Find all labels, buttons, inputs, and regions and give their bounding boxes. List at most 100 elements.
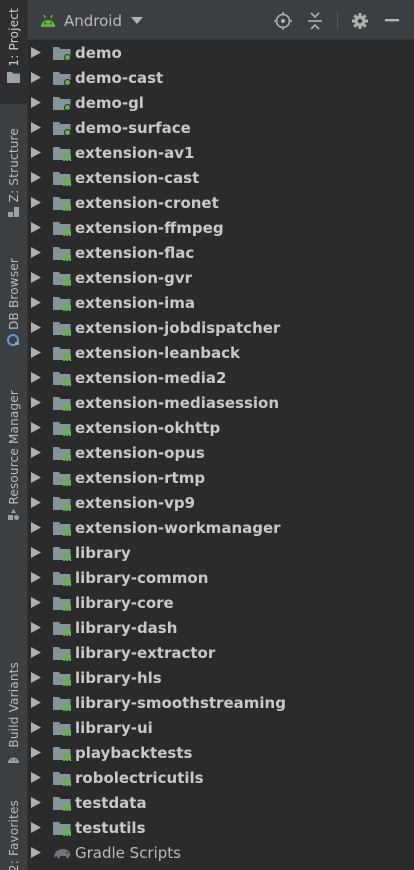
tree-item-module[interactable]: demo-gl	[28, 90, 414, 115]
expand-arrow-icon[interactable]	[31, 772, 41, 783]
tree-item-module[interactable]: library-hls	[28, 665, 414, 690]
expand-arrow-icon[interactable]	[31, 222, 41, 233]
tree-item-label: demo-cast	[75, 68, 164, 87]
expand-arrow-icon[interactable]	[31, 472, 41, 483]
tree-item-module[interactable]: demo-cast	[28, 65, 414, 90]
expand-arrow-icon[interactable]	[31, 797, 41, 808]
tree-item-module[interactable]: demo	[28, 40, 414, 65]
tree-item-module[interactable]: extension-rtmp	[28, 465, 414, 490]
expand-arrow-icon[interactable]	[31, 497, 41, 508]
tab-db-browser[interactable]: DB Browser	[0, 258, 27, 354]
tab-project[interactable]: 1: Project	[0, 0, 27, 104]
tree-item-module[interactable]: extension-cronet	[28, 190, 414, 215]
hide-panel-button[interactable]	[382, 11, 402, 31]
expand-arrow-icon[interactable]	[31, 72, 41, 83]
expand-arrow-icon[interactable]	[31, 847, 41, 858]
expand-arrow-icon[interactable]	[31, 447, 41, 458]
view-selector-dropdown[interactable]: Android	[40, 10, 143, 32]
tree-item-module[interactable]: extension-gvr	[28, 265, 414, 290]
settings-button[interactable]	[350, 11, 370, 31]
expand-arrow-icon[interactable]	[31, 397, 41, 408]
tree-item-module[interactable]: library	[28, 540, 414, 565]
tree-item-module[interactable]: extension-ffmpeg	[28, 215, 414, 240]
tree-item-label: extension-opus	[75, 443, 205, 462]
library-module-folder-icon	[53, 746, 71, 761]
tree-item-module[interactable]: playbacktests	[28, 740, 414, 765]
app-module-folder-icon	[53, 71, 71, 86]
expand-arrow-icon[interactable]	[31, 522, 41, 533]
expand-arrow-icon[interactable]	[31, 622, 41, 633]
expand-arrow-icon[interactable]	[31, 272, 41, 283]
tree-item-module[interactable]: extension-ima	[28, 290, 414, 315]
expand-arrow-icon[interactable]	[31, 597, 41, 608]
expand-arrow-icon[interactable]	[31, 122, 41, 133]
expand-arrow-icon[interactable]	[31, 422, 41, 433]
tree-item-label: library-extractor	[75, 643, 216, 662]
tree-item-module[interactable]: extension-workmanager	[28, 515, 414, 540]
expand-arrow-icon[interactable]	[31, 172, 41, 183]
db-icon	[7, 333, 19, 346]
tree-item-module[interactable]: testdata	[28, 790, 414, 815]
tree-item-label: library	[75, 543, 131, 562]
expand-arrow-icon[interactable]	[31, 697, 41, 708]
expand-arrow-icon[interactable]	[31, 547, 41, 558]
tree-item-module[interactable]: extension-av1	[28, 140, 414, 165]
expand-arrow-icon[interactable]	[31, 47, 41, 58]
tree-item-module[interactable]: library-common	[28, 565, 414, 590]
expand-arrow-icon[interactable]	[31, 647, 41, 658]
expand-arrow-icon[interactable]	[31, 97, 41, 108]
expand-arrow-icon[interactable]	[31, 297, 41, 308]
tree-item-module[interactable]: extension-okhttp	[28, 415, 414, 440]
library-module-folder-icon	[53, 371, 71, 386]
tree-item-module[interactable]: extension-media2	[28, 365, 414, 390]
tree-item-module[interactable]: extension-leanback	[28, 340, 414, 365]
tree-item-module[interactable]: library-extractor	[28, 640, 414, 665]
tree-item-module[interactable]: library-smoothstreaming	[28, 690, 414, 715]
library-module-folder-icon	[53, 271, 71, 286]
tree-item-module[interactable]: extension-cast	[28, 165, 414, 190]
library-module-folder-icon	[53, 196, 71, 211]
app-module-folder-icon	[53, 96, 71, 111]
tree-item-label: extension-mediasession	[75, 393, 280, 412]
gradle-elephant-icon	[54, 848, 71, 858]
library-module-folder-icon	[53, 671, 71, 686]
tree-item-module[interactable]: extension-opus	[28, 440, 414, 465]
android-icon	[41, 14, 55, 27]
expand-arrow-icon[interactable]	[31, 722, 41, 733]
expand-arrow-icon[interactable]	[31, 572, 41, 583]
expand-arrow-icon[interactable]	[31, 147, 41, 158]
expand-arrow-icon[interactable]	[31, 247, 41, 258]
expand-arrow-icon[interactable]	[31, 347, 41, 358]
tab-build-variants[interactable]: Build Variants	[0, 662, 27, 772]
tree-item-label: extension-vp9	[75, 493, 196, 512]
locate-file-button[interactable]	[273, 11, 293, 31]
library-module-folder-icon	[53, 321, 71, 336]
tree-item-gradle-scripts[interactable]: Gradle Scripts	[28, 840, 414, 865]
tab-resource-manager[interactable]: Resource Manager	[0, 390, 27, 532]
expand-arrow-icon[interactable]	[31, 197, 41, 208]
tree-item-label: testutils	[75, 818, 146, 837]
collapse-all-button[interactable]	[305, 11, 325, 31]
tree-item-label: extension-gvr	[75, 268, 193, 287]
expand-arrow-icon[interactable]	[31, 747, 41, 758]
collapse-icon	[308, 12, 322, 30]
tree-item-module[interactable]: testutils	[28, 815, 414, 840]
tree-item-module[interactable]: demo-surface	[28, 115, 414, 140]
tree-item-module[interactable]: extension-vp9	[28, 490, 414, 515]
tab-build-variants-label: Build Variants	[6, 662, 21, 748]
tree-item-module[interactable]: extension-mediasession	[28, 390, 414, 415]
tree-item-module[interactable]: extension-jobdispatcher	[28, 315, 414, 340]
expand-arrow-icon[interactable]	[31, 672, 41, 683]
tab-structure[interactable]: Z: Structure	[0, 128, 27, 228]
chevron-down-icon	[131, 17, 143, 24]
tree-item-module[interactable]: extension-flac	[28, 240, 414, 265]
expand-arrow-icon[interactable]	[31, 822, 41, 833]
tree-item-module[interactable]: library-ui	[28, 715, 414, 740]
tree-item-module[interactable]: robolectricutils	[28, 765, 414, 790]
tree-item-module[interactable]: library-core	[28, 590, 414, 615]
expand-arrow-icon[interactable]	[31, 372, 41, 383]
tab-favorites[interactable]: 2: Favorites	[0, 800, 27, 870]
expand-arrow-icon[interactable]	[31, 322, 41, 333]
folder-icon	[7, 71, 20, 83]
tree-item-module[interactable]: library-dash	[28, 615, 414, 640]
